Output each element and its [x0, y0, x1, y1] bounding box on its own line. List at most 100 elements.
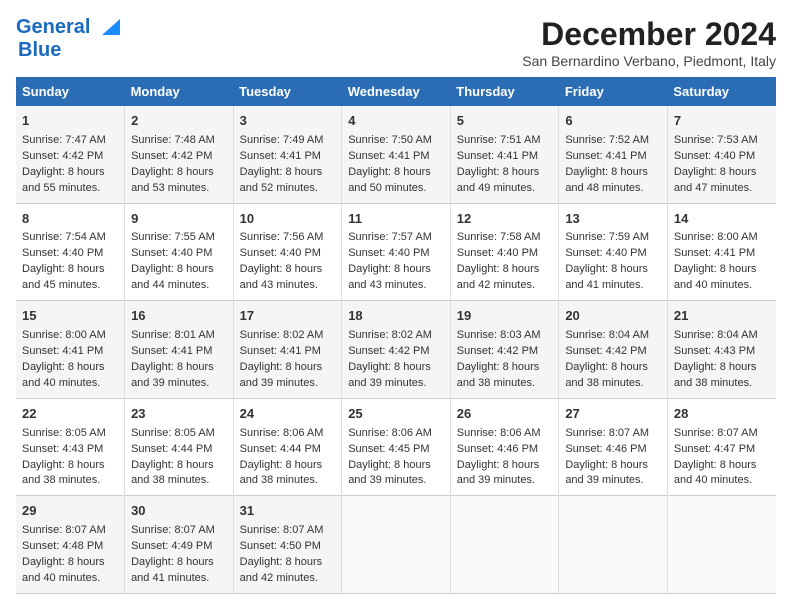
day-number: 8 — [22, 210, 118, 229]
daylight: Daylight: 8 hours and 42 minutes. — [457, 263, 540, 291]
day-number: 13 — [565, 210, 661, 229]
calendar-week-row: 22Sunrise: 8:05 AMSunset: 4:43 PMDayligh… — [16, 398, 776, 496]
sunset: Sunset: 4:48 PM — [22, 540, 103, 552]
weekday-header: Tuesday — [233, 77, 342, 106]
day-number: 18 — [348, 307, 444, 326]
weekday-header: Wednesday — [342, 77, 451, 106]
sunset: Sunset: 4:46 PM — [565, 443, 646, 455]
sunrise: Sunrise: 7:51 AM — [457, 134, 541, 146]
logo: General Blue — [16, 16, 120, 61]
sunset: Sunset: 4:42 PM — [348, 345, 429, 357]
sunset: Sunset: 4:41 PM — [240, 345, 321, 357]
weekday-header: Friday — [559, 77, 668, 106]
sunset: Sunset: 4:44 PM — [131, 443, 212, 455]
sunrise: Sunrise: 7:53 AM — [674, 134, 758, 146]
page-header: General Blue December 2024 San Bernardin… — [16, 16, 776, 69]
calendar-cell: 11Sunrise: 7:57 AMSunset: 4:40 PMDayligh… — [342, 203, 451, 301]
daylight: Daylight: 8 hours and 38 minutes. — [457, 361, 540, 389]
day-number: 17 — [240, 307, 336, 326]
daylight: Daylight: 8 hours and 39 minutes. — [457, 459, 540, 487]
calendar-cell: 16Sunrise: 8:01 AMSunset: 4:41 PMDayligh… — [125, 301, 234, 399]
weekday-header: Monday — [125, 77, 234, 106]
sunset: Sunset: 4:40 PM — [131, 247, 212, 259]
calendar-table: SundayMondayTuesdayWednesdayThursdayFrid… — [16, 77, 776, 594]
sunrise: Sunrise: 8:07 AM — [131, 524, 215, 536]
calendar-cell: 15Sunrise: 8:00 AMSunset: 4:41 PMDayligh… — [16, 301, 125, 399]
sunset: Sunset: 4:43 PM — [674, 345, 755, 357]
day-number: 10 — [240, 210, 336, 229]
logo-text: General — [16, 16, 120, 39]
daylight: Daylight: 8 hours and 39 minutes. — [565, 459, 648, 487]
sunrise: Sunrise: 8:05 AM — [22, 427, 106, 439]
calendar-cell: 10Sunrise: 7:56 AMSunset: 4:40 PMDayligh… — [233, 203, 342, 301]
calendar-header-row: SundayMondayTuesdayWednesdayThursdayFrid… — [16, 77, 776, 106]
daylight: Daylight: 8 hours and 44 minutes. — [131, 263, 214, 291]
calendar-cell: 26 Sunrise: 8:06 AM Sunset: 4:46 PM Dayligh… — [450, 398, 559, 496]
daylight: Daylight: 8 hours and 42 minutes. — [240, 556, 323, 584]
sunset: Sunset: 4:46 PM — [457, 443, 538, 455]
calendar-week-row: 8 Sunrise: 7:54 AM Sunset: 4:40 PM Daylight… — [16, 203, 776, 301]
sunrise: Sunrise: 7:54 AM — [22, 231, 106, 243]
calendar-cell: 23Sunrise: 8:05 AMSunset: 4:44 PMDayligh… — [125, 398, 234, 496]
sunrise: Sunrise: 8:06 AM — [457, 427, 541, 439]
calendar-cell: 2Sunrise: 7:48 AMSunset: 4:42 PMDaylight… — [125, 106, 234, 203]
calendar-cell: 12Sunrise: 7:58 AMSunset: 4:40 PMDayligh… — [450, 203, 559, 301]
day-number: 3 — [240, 112, 336, 131]
sunset: Sunset: 4:41 PM — [348, 150, 429, 162]
sunset: Sunset: 4:41 PM — [457, 150, 538, 162]
calendar-cell — [450, 496, 559, 594]
sunrise: Sunrise: 8:03 AM — [457, 329, 541, 341]
calendar-week-row: 1Sunrise: 7:47 AMSunset: 4:42 PMDaylight… — [16, 106, 776, 203]
daylight: Daylight: 8 hours and 38 minutes. — [565, 361, 648, 389]
sunset: Sunset: 4:41 PM — [22, 345, 103, 357]
sunset: Sunset: 4:44 PM — [240, 443, 321, 455]
calendar-cell: 5Sunrise: 7:51 AMSunset: 4:41 PMDaylight… — [450, 106, 559, 203]
day-number: 15 — [22, 307, 118, 326]
sunset: Sunset: 4:40 PM — [674, 150, 755, 162]
calendar-cell: 24Sunrise: 8:06 AMSunset: 4:44 PMDayligh… — [233, 398, 342, 496]
daylight: Daylight: 8 hours and 53 minutes. — [131, 166, 214, 194]
daylight: Daylight: 8 hours and 40 minutes. — [22, 556, 105, 584]
sunrise: Sunrise: 8:00 AM — [22, 329, 106, 341]
day-number: 9 — [131, 210, 227, 229]
day-number: 1 — [22, 112, 118, 131]
calendar-cell: 17Sunrise: 8:02 AMSunset: 4:41 PMDayligh… — [233, 301, 342, 399]
day-number: 2 — [131, 112, 227, 131]
daylight: Daylight: 8 hours and 39 minutes. — [240, 361, 323, 389]
daylight: Daylight: 8 hours and 38 minutes. — [674, 361, 757, 389]
calendar-cell: 7Sunrise: 7:53 AMSunset: 4:40 PMDaylight… — [667, 106, 776, 203]
daylight: Daylight: 8 hours and 38 minutes. — [22, 459, 105, 487]
calendar-cell — [559, 496, 668, 594]
daylight: Daylight: 8 hours and 40 minutes. — [674, 459, 757, 487]
day-number: 21 — [674, 307, 770, 326]
sunset: Sunset: 4:50 PM — [240, 540, 321, 552]
calendar-cell: 20Sunrise: 8:04 AMSunset: 4:42 PMDayligh… — [559, 301, 668, 399]
day-number: 28 — [674, 405, 770, 424]
daylight: Daylight: 8 hours and 49 minutes. — [457, 166, 540, 194]
sunset: Sunset: 4:42 PM — [22, 150, 103, 162]
sunset: Sunset: 4:40 PM — [240, 247, 321, 259]
calendar-cell — [342, 496, 451, 594]
sunset: Sunset: 4:47 PM — [674, 443, 755, 455]
daylight: Daylight: 8 hours and 43 minutes. — [240, 263, 323, 291]
calendar-title: December 2024 — [522, 16, 776, 53]
calendar-cell: 22Sunrise: 8:05 AMSunset: 4:43 PMDayligh… — [16, 398, 125, 496]
calendar-cell: 8Sunrise: 7:54 AMSunset: 4:40 PMDaylight… — [16, 203, 125, 301]
calendar-cell: 21Sunrise: 8:04 AMSunset: 4:43 PMDayligh… — [667, 301, 776, 399]
day-number: 26 — [457, 405, 553, 424]
sunset: Sunset: 4:43 PM — [22, 443, 103, 455]
day-number: 27 — [565, 405, 661, 424]
sunset: Sunset: 4:40 PM — [565, 247, 646, 259]
day-number: 16 — [131, 307, 227, 326]
day-number: 11 — [348, 210, 444, 229]
day-number: 29 — [22, 502, 118, 521]
sunrise: Sunrise: 7:57 AM — [348, 231, 432, 243]
sunset: Sunset: 4:41 PM — [674, 247, 755, 259]
daylight: Daylight: 8 hours and 50 minutes. — [348, 166, 431, 194]
calendar-cell — [667, 496, 776, 594]
day-number: 4 — [348, 112, 444, 131]
calendar-cell: 9Sunrise: 7:55 AMSunset: 4:40 PMDaylight… — [125, 203, 234, 301]
daylight: Daylight: 8 hours and 48 minutes. — [565, 166, 648, 194]
day-number: 23 — [131, 405, 227, 424]
sunrise: Sunrise: 8:01 AM — [131, 329, 215, 341]
